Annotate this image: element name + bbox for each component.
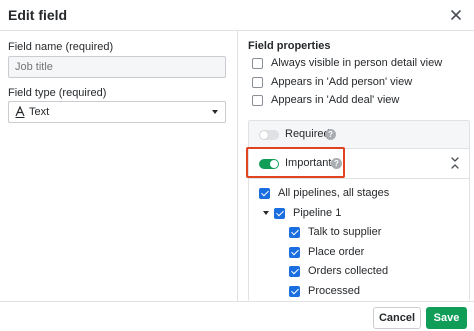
- required-toggle[interactable]: [259, 130, 279, 140]
- option-add-deal[interactable]: Appears in 'Add deal' view: [252, 93, 399, 107]
- pipeline-label: Pipeline 1: [293, 207, 342, 219]
- checkbox[interactable]: [274, 207, 285, 219]
- field-type-select[interactable]: Text: [8, 101, 226, 123]
- chevron-down-icon: [212, 110, 218, 114]
- stage-item[interactable]: Place order: [289, 245, 364, 259]
- option-always-visible[interactable]: Always visible in person detail view: [252, 56, 442, 70]
- checkbox[interactable]: [252, 57, 263, 69]
- option-add-person[interactable]: Appears in 'Add person' view: [252, 75, 412, 89]
- cancel-button[interactable]: Cancel: [373, 307, 421, 329]
- checkbox[interactable]: [259, 187, 270, 199]
- stage-item[interactable]: Talk to supplier: [289, 225, 381, 239]
- checkbox[interactable]: [289, 285, 300, 297]
- field-name-input[interactable]: [8, 56, 226, 78]
- right-column: Field properties Always visible in perso…: [238, 31, 474, 301]
- important-toggle[interactable]: [259, 159, 279, 169]
- all-pipelines-item[interactable]: All pipelines, all stages: [259, 186, 389, 200]
- stage-item[interactable]: Orders collected: [289, 264, 388, 278]
- dialog-header: Edit field: [0, 0, 474, 31]
- important-label: Important: [285, 157, 332, 169]
- field-type-value: Text: [29, 106, 50, 118]
- save-button[interactable]: Save: [426, 307, 467, 329]
- visibility-panel: Required ? Important ? All pipelines, al…: [246, 120, 470, 301]
- checkbox[interactable]: [289, 226, 300, 238]
- checkbox[interactable]: [289, 246, 300, 258]
- checkbox[interactable]: [252, 76, 263, 88]
- stage-label: Orders collected: [308, 265, 389, 277]
- important-row: Important ?: [246, 147, 469, 178]
- left-column: Field name (required) Field type (requir…: [0, 31, 237, 301]
- close-icon[interactable]: [448, 7, 464, 23]
- option-label: Appears in 'Add deal' view: [271, 94, 400, 106]
- help-icon[interactable]: ?: [331, 158, 342, 169]
- checkbox[interactable]: [252, 94, 263, 106]
- checkbox[interactable]: [289, 265, 300, 277]
- option-label: Appears in 'Add person' view: [271, 76, 413, 88]
- stage-label: Processed: [308, 285, 360, 297]
- help-icon[interactable]: ?: [325, 129, 336, 140]
- stage-label: Talk to supplier: [308, 226, 382, 238]
- required-row: Required ?: [249, 121, 469, 149]
- option-label: Always visible in person detail view: [271, 57, 443, 69]
- all-pipelines-label: All pipelines, all stages: [278, 187, 390, 199]
- field-properties-title: Field properties: [248, 40, 331, 52]
- required-label: Required: [285, 128, 330, 140]
- pipeline-item[interactable]: Pipeline 1: [274, 206, 341, 220]
- dialog-title: Edit field: [8, 7, 68, 23]
- dialog-footer: Cancel Save: [0, 301, 474, 331]
- text-type-icon: [15, 105, 25, 121]
- pipelines-list: All pipelines, all stages Pipeline 1 Tal…: [249, 178, 469, 301]
- dialog-body: Field name (required) Field type (requir…: [0, 31, 474, 301]
- stage-label: Place order: [308, 246, 365, 258]
- field-type-label: Field type (required): [8, 87, 107, 99]
- caret-down-icon[interactable]: [263, 211, 269, 215]
- collapse-icon[interactable]: [449, 156, 461, 170]
- stage-item[interactable]: Processed: [289, 284, 360, 298]
- field-name-label: Field name (required): [8, 41, 114, 53]
